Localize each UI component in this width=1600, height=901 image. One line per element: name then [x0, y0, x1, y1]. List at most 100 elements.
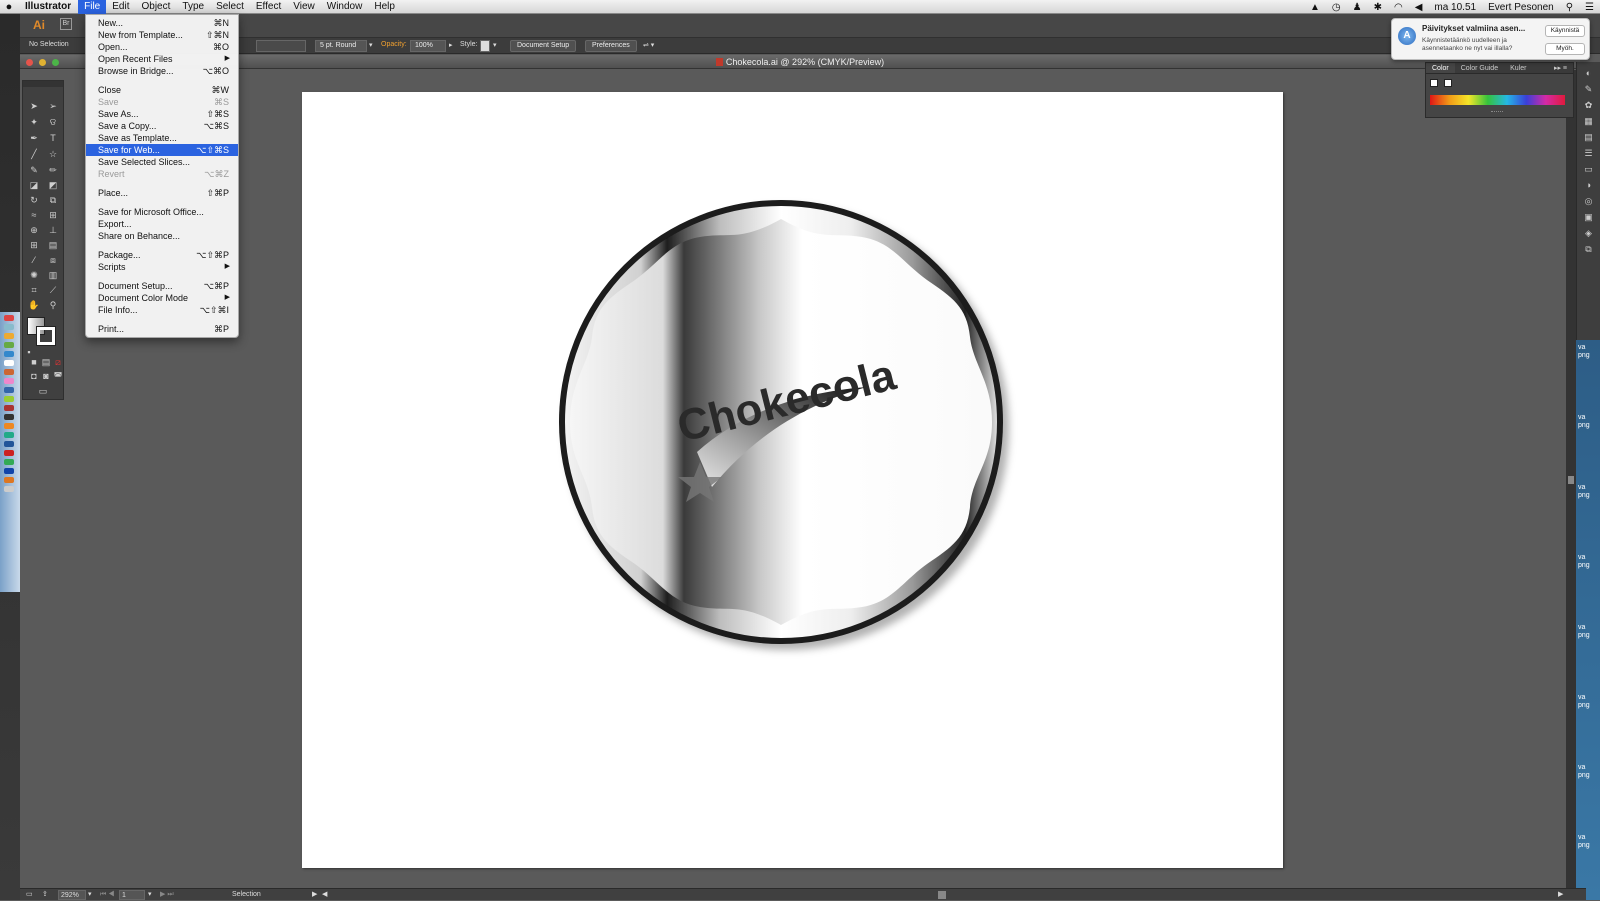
menu-item-save-for-web[interactable]: Save for Web... ⌥⇧⌘S	[86, 144, 238, 156]
lasso-tool-icon[interactable]: ଡ	[47, 117, 59, 128]
panel-resize-grip[interactable]	[1491, 111, 1503, 114]
app-menu[interactable]: Illustrator	[18, 0, 78, 14]
hand-tool-icon[interactable]: ✋	[28, 300, 40, 311]
menu-item-new[interactable]: New... ⌘N	[86, 17, 238, 29]
draw-normal-icon[interactable]: ◘	[28, 371, 40, 382]
menu-item-print[interactable]: Print... ⌘P	[86, 323, 238, 335]
stroke-profile-select[interactable]: 5 pt. Round	[315, 40, 367, 52]
menu-edit[interactable]: Edit	[106, 0, 135, 14]
menu-help[interactable]: Help	[368, 0, 401, 14]
time-machine-icon[interactable]: ◷	[1326, 2, 1347, 13]
style-chevron-down-icon[interactable]: ▾	[493, 41, 497, 49]
graphic-styles-panel-icon[interactable]: ▦	[1583, 116, 1595, 126]
dock-app-icon[interactable]	[4, 423, 14, 429]
dock-app-icon[interactable]	[4, 441, 14, 447]
color-spectrum[interactable]	[1430, 95, 1565, 105]
dock-app-icon[interactable]	[4, 360, 14, 366]
volume-icon[interactable]: ◀	[1409, 2, 1429, 13]
bluetooth-icon[interactable]: ✱	[1368, 2, 1388, 13]
opacity-field[interactable]: 100%	[410, 40, 446, 52]
type-tool-icon[interactable]: T	[47, 133, 59, 144]
paintbrush-tool-icon[interactable]: ✎	[28, 165, 40, 176]
panel-menu-icon[interactable]: ▸▸ ≡	[1548, 63, 1573, 73]
menu-item-place[interactable]: Place... ⇧⌘P	[86, 187, 238, 199]
menu-item-file-info[interactable]: File Info... ⌥⇧⌘I	[86, 304, 238, 316]
draw-inside-icon[interactable]: ◚	[52, 371, 64, 382]
blob-brush-tool-icon[interactable]: ◪	[28, 180, 40, 191]
arrange-documents-icon[interactable]: ⇌ ▾	[643, 41, 654, 49]
share-icon[interactable]: ⇪	[42, 890, 48, 900]
gradient-panel-icon[interactable]: ▭	[1583, 164, 1595, 174]
chokecola-artwork[interactable]: Chokecola	[302, 92, 1283, 868]
dock-app-icon[interactable]	[4, 414, 14, 420]
menu-window[interactable]: Window	[321, 0, 369, 14]
spotlight-icon[interactable]: ⚲	[1560, 2, 1579, 13]
scroll-left-icon[interactable]: ◀	[322, 890, 327, 900]
draw-behind-icon[interactable]: ◙	[40, 371, 52, 382]
color-mode-icon[interactable]: ■	[28, 357, 40, 368]
dock-app-icon[interactable]	[4, 486, 14, 492]
menu-item-save-slices[interactable]: Save Selected Slices...	[86, 156, 238, 168]
menu-item-package[interactable]: Package... ⌥⇧⌘P	[86, 249, 238, 261]
artboard-nav-icon[interactable]: ▭	[26, 890, 33, 900]
user-name[interactable]: Evert Pesonen	[1482, 2, 1560, 13]
status-arrow-icon[interactable]: ▶	[312, 890, 317, 900]
line-tool-icon[interactable]: ╱	[28, 149, 40, 160]
magic-wand-tool-icon[interactable]: ✦	[28, 117, 40, 128]
star-tool-icon[interactable]: ☆	[47, 149, 59, 160]
artboard-number-field[interactable]: 1	[119, 890, 145, 900]
artboards-panel-icon[interactable]: ⧉	[1583, 244, 1595, 254]
slice-tool-icon[interactable]: ⟋	[47, 285, 59, 296]
menu-select[interactable]: Select	[210, 0, 250, 14]
gradient-tool-icon[interactable]: ▤	[47, 240, 59, 251]
close-window-icon[interactable]	[26, 59, 33, 66]
zoom-tool-icon[interactable]: ⚲	[47, 300, 59, 311]
zoom-field[interactable]: 292%	[58, 890, 86, 900]
menu-object[interactable]: Object	[135, 0, 176, 14]
menu-item-open[interactable]: Open... ⌘O	[86, 41, 238, 53]
stroke-weight-field[interactable]	[256, 40, 306, 52]
menu-item-new-from-template[interactable]: New from Template... ⇧⌘N	[86, 29, 238, 41]
menu-item-save-template[interactable]: Save as Template...	[86, 132, 238, 144]
menu-item-close[interactable]: Close ⌘W	[86, 84, 238, 96]
scroll-right-icon[interactable]: ▶	[1558, 890, 1563, 900]
dock-app-icon[interactable]	[4, 477, 14, 483]
current-tool-status[interactable]: Selection	[232, 890, 261, 900]
last-artboard-icon[interactable]: ▶ ⏭	[160, 890, 174, 900]
menu-item-document-color-mode[interactable]: Document Color Mode ▶	[86, 292, 238, 304]
menu-item-document-setup[interactable]: Document Setup... ⌥⌘P	[86, 280, 238, 292]
shape-builder-tool-icon[interactable]: ⊕	[28, 225, 40, 236]
apple-icon[interactable]: ●	[0, 1, 18, 13]
tab-color-guide[interactable]: Color Guide	[1455, 63, 1504, 73]
mesh-tool-icon[interactable]: ⊞	[28, 240, 40, 251]
menu-item-export[interactable]: Export...	[86, 218, 238, 230]
swatches-panel-icon[interactable]: ▤	[1583, 132, 1595, 142]
dock-app-icon[interactable]	[4, 396, 14, 402]
menu-type[interactable]: Type	[176, 0, 210, 14]
wifi-icon[interactable]: ◠	[1388, 2, 1409, 13]
selection-tool-icon[interactable]: ➤	[28, 101, 40, 112]
tools-panel-grip[interactable]	[23, 81, 63, 87]
artboard-tool-icon[interactable]: ⌗	[28, 285, 40, 296]
menu-item-save-as[interactable]: Save As... ⇧⌘S	[86, 108, 238, 120]
pencil-tool-icon[interactable]: ✏	[47, 165, 59, 176]
gradient-mode-icon[interactable]: ▤	[40, 357, 52, 368]
dock-app-icon[interactable]	[4, 333, 14, 339]
rotate-tool-icon[interactable]: ↻	[28, 195, 40, 206]
brushes-panel-icon[interactable]: ✎	[1583, 84, 1595, 94]
restart-button[interactable]: Käynnistä	[1545, 25, 1585, 37]
eraser-tool-icon[interactable]: ◩	[47, 180, 59, 191]
notification-center-icon[interactable]: ☰	[1579, 2, 1600, 13]
later-button[interactable]: Myöh.	[1545, 43, 1585, 55]
artboard-chevron-down-icon[interactable]: ▾	[148, 890, 152, 900]
user-icon[interactable]: ♟	[1347, 2, 1368, 13]
clock[interactable]: ma 10.51	[1428, 2, 1482, 13]
stroke-swatch[interactable]	[36, 326, 56, 346]
tab-kuler[interactable]: Kuler	[1504, 63, 1532, 73]
artboard[interactable]: Chokecola	[302, 92, 1283, 868]
minimize-window-icon[interactable]	[39, 59, 46, 66]
dock-app-icon[interactable]	[4, 387, 14, 393]
transparency-panel-icon[interactable]: ◑	[1583, 180, 1595, 190]
dock-app-icon[interactable]	[4, 324, 14, 330]
screen-mode-icon[interactable]: ▭	[37, 386, 49, 397]
